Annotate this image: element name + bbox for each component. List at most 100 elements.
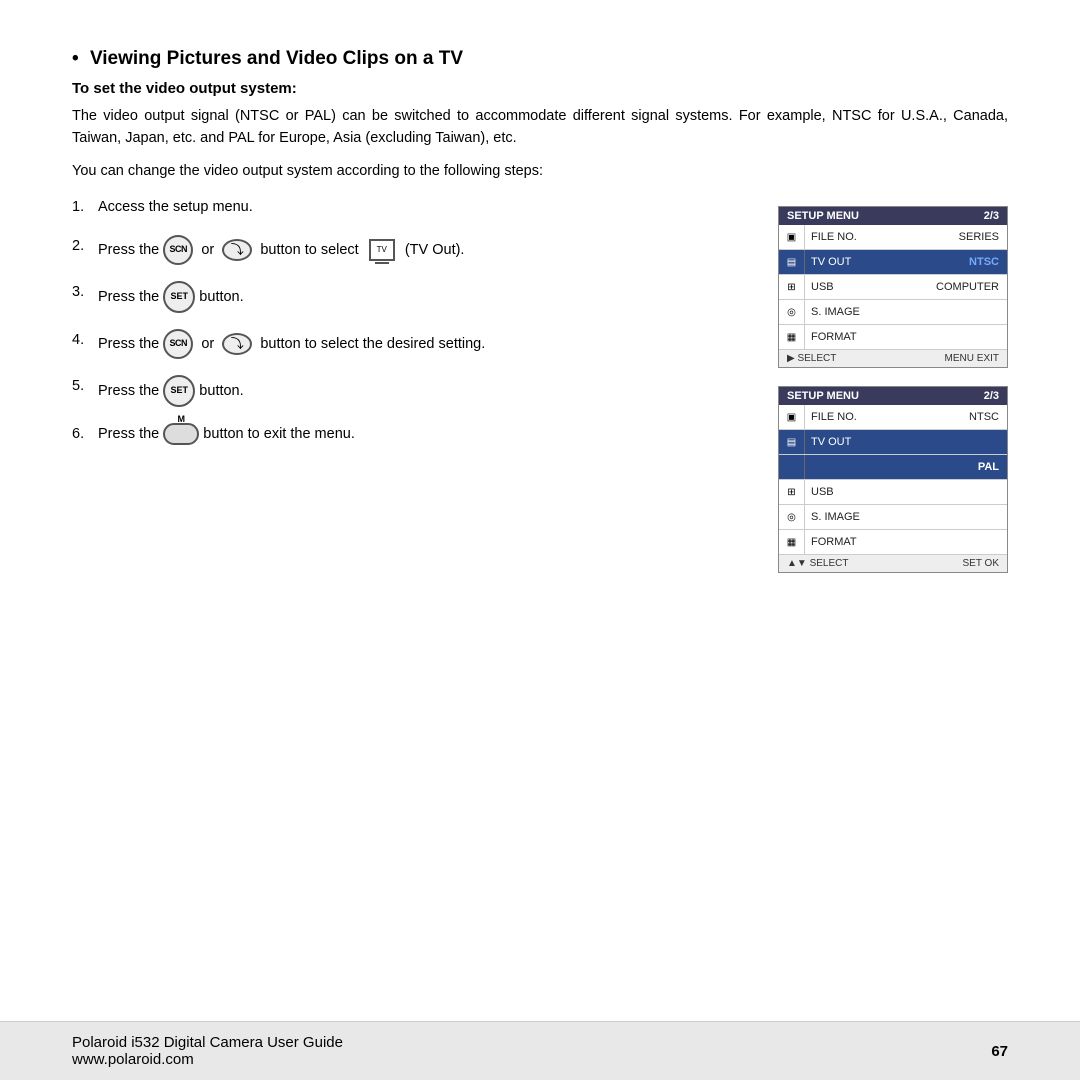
step-3: 3. Press the SET button.: [72, 281, 748, 313]
steps-column: 1. Access the setup menu. 2. Press the S…: [72, 196, 748, 573]
menu-2-icon-pal: .: [779, 455, 805, 479]
step-3-num: 3.: [72, 281, 98, 303]
body-text-2: You can change the video output system a…: [72, 160, 1008, 182]
arrow-button-icon-2: ⤵: [222, 333, 252, 355]
menu-column: SETUP MENU 2/3 ▣ FILE NO. SERIES ▤ TV OU…: [778, 196, 1008, 573]
menu-1-icon-tvout: ▤: [779, 250, 805, 274]
page-footer: Polaroid i532 Digital Camera User Guide …: [0, 1021, 1080, 1080]
menu-1-header: SETUP MENU 2/3: [779, 207, 1007, 225]
menu-1-icon-simage: ◎: [779, 300, 805, 324]
set-button-icon-1: SET: [163, 281, 195, 313]
menu-2-label-format: FORMAT: [805, 533, 937, 551]
menu-1-row-usb: ⊞ USB COMPUTER: [779, 275, 1007, 300]
menu-1-label-format: FORMAT: [805, 328, 937, 346]
body-text-1: The video output signal (NTSC or PAL) ca…: [72, 105, 1008, 150]
footer-page-number: 67: [991, 1043, 1008, 1060]
menu-2-row-pal: . PAL: [779, 455, 1007, 480]
menu-2-val-usb: [937, 489, 1007, 495]
tv-out-icon: TV: [369, 239, 395, 261]
menu-1-val-usb: COMPUTER: [928, 278, 1007, 296]
menu-1-row-file: ▣ FILE NO. SERIES: [779, 225, 1007, 250]
menu-1-footer-exit: MENU EXIT: [945, 353, 999, 364]
menu-1-val-file: SERIES: [937, 228, 1007, 246]
footer-left: Polaroid i532 Digital Camera User Guide …: [72, 1034, 343, 1068]
scn-button-icon-2: SCN: [163, 329, 193, 359]
menu-1-page: 2/3: [984, 210, 999, 222]
menu-2-footer: ▲▼ SELECT SET OK: [779, 555, 1007, 572]
menu-1-label-file: FILE NO.: [805, 228, 937, 246]
arrow-button-icon: ⤵: [222, 239, 252, 261]
menu-2-val-tvout: [937, 439, 1007, 445]
step-3-body: Press the SET button.: [98, 281, 748, 313]
menu-2-label-simage: S. IMAGE: [805, 508, 937, 526]
menu-1-icon-format: ▦: [779, 325, 805, 349]
menu-2-val-pal: PAL: [937, 458, 1007, 476]
page-title: • Viewing Pictures and Video Clips on a …: [72, 48, 1008, 70]
menu-1-footer-select: ▶ SELECT: [787, 353, 836, 364]
step-5-num: 5.: [72, 375, 98, 397]
step-5-body: Press the SET button.: [98, 375, 748, 407]
menu-1-row-format: ▦ FORMAT: [779, 325, 1007, 350]
menu-2-icon-simage: ◎: [779, 505, 805, 529]
menu-2-icon-tvout: ▤: [779, 430, 805, 454]
footer-brand: Polaroid i532 Digital Camera User Guide: [72, 1034, 343, 1051]
step-2-body: Press the SCN or ⤵ button to select TV (…: [98, 235, 748, 265]
menu-2-header: SETUP MENU 2/3: [779, 387, 1007, 405]
menu-2-footer-exit: SET OK: [963, 558, 1000, 569]
set-button-icon-2: SET: [163, 375, 195, 407]
menu-1-icon-usb: ⊞: [779, 275, 805, 299]
step-6-num: 6.: [72, 423, 98, 445]
menu-2-row-file: ▣ FILE NO. NTSC: [779, 405, 1007, 430]
menu-2-row-simage: ◎ S. IMAGE: [779, 505, 1007, 530]
scn-button-icon: SCN: [163, 235, 193, 265]
step-4: 4. Press the SCN or ⤵ button to select t…: [72, 329, 748, 359]
step-5: 5. Press the SET button.: [72, 375, 748, 407]
step-6: 6. Press the button to exit the menu.: [72, 423, 748, 445]
menu-2-row-format: ▦ FORMAT: [779, 530, 1007, 555]
menu-2-row-tvout: ▤ TV OUT: [779, 430, 1007, 455]
step-4-body: Press the SCN or ⤵ button to select the …: [98, 329, 748, 359]
setup-menu-2: SETUP MENU 2/3 ▣ FILE NO. NTSC ▤ TV OUT: [778, 386, 1008, 573]
menu-1-label-usb: USB: [805, 278, 928, 296]
page: • Viewing Pictures and Video Clips on a …: [0, 0, 1080, 1080]
m-button-icon: [163, 423, 199, 445]
menu-2-footer-select: ▲▼ SELECT: [787, 558, 848, 569]
menu-1-val-format: [937, 334, 1007, 340]
step-2: 2. Press the SCN or ⤵ button to select T…: [72, 235, 748, 265]
menu-1-label-tvout: TV OUT: [805, 253, 937, 271]
menu-1-icon-file: ▣: [779, 225, 805, 249]
step-6-body: Press the button to exit the menu.: [98, 423, 748, 445]
step-1: 1. Access the setup menu.: [72, 196, 748, 218]
step-4-num: 4.: [72, 329, 98, 351]
menu-1-row-simage: ◎ S. IMAGE: [779, 300, 1007, 325]
menu-1-title: SETUP MENU: [787, 210, 859, 222]
menu-2-val-simage: [937, 514, 1007, 520]
step-2-num: 2.: [72, 235, 98, 257]
menu-2-icon-file: ▣: [779, 405, 805, 429]
setup-menu-1: SETUP MENU 2/3 ▣ FILE NO. SERIES ▤ TV OU…: [778, 206, 1008, 368]
menu-2-label-pal: [805, 464, 937, 470]
content-area: 1. Access the setup menu. 2. Press the S…: [72, 196, 1008, 573]
menu-2-page: 2/3: [984, 390, 999, 402]
menu-1-row-tvout: ▤ TV OUT NTSC: [779, 250, 1007, 275]
menu-2-val-format: [937, 539, 1007, 545]
step-1-body: Access the setup menu.: [98, 196, 748, 218]
menu-1-footer: ▶ SELECT MENU EXIT: [779, 350, 1007, 367]
step-1-num: 1.: [72, 196, 98, 218]
menu-1-val-simage: [937, 309, 1007, 315]
menu-2-icon-format: ▦: [779, 530, 805, 554]
menu-2-label-tvout: TV OUT: [805, 433, 937, 451]
menu-2-row-usb: ⊞ USB: [779, 480, 1007, 505]
menu-2-icon-usb: ⊞: [779, 480, 805, 504]
step-2-or: or: [201, 242, 214, 258]
menu-2-title: SETUP MENU: [787, 390, 859, 402]
bullet-icon: •: [72, 48, 79, 70]
menu-2-label-usb: USB: [805, 483, 937, 501]
menu-1-label-simage: S. IMAGE: [805, 303, 937, 321]
menu-1-val-tvout: NTSC: [937, 253, 1007, 271]
step-4-or: or: [201, 336, 214, 352]
menu-2-val-file: NTSC: [937, 408, 1007, 426]
footer-url: www.polaroid.com: [72, 1051, 343, 1068]
section-subtitle: To set the video output system:: [72, 80, 1008, 97]
menu-2-label-file: FILE NO.: [805, 408, 937, 426]
